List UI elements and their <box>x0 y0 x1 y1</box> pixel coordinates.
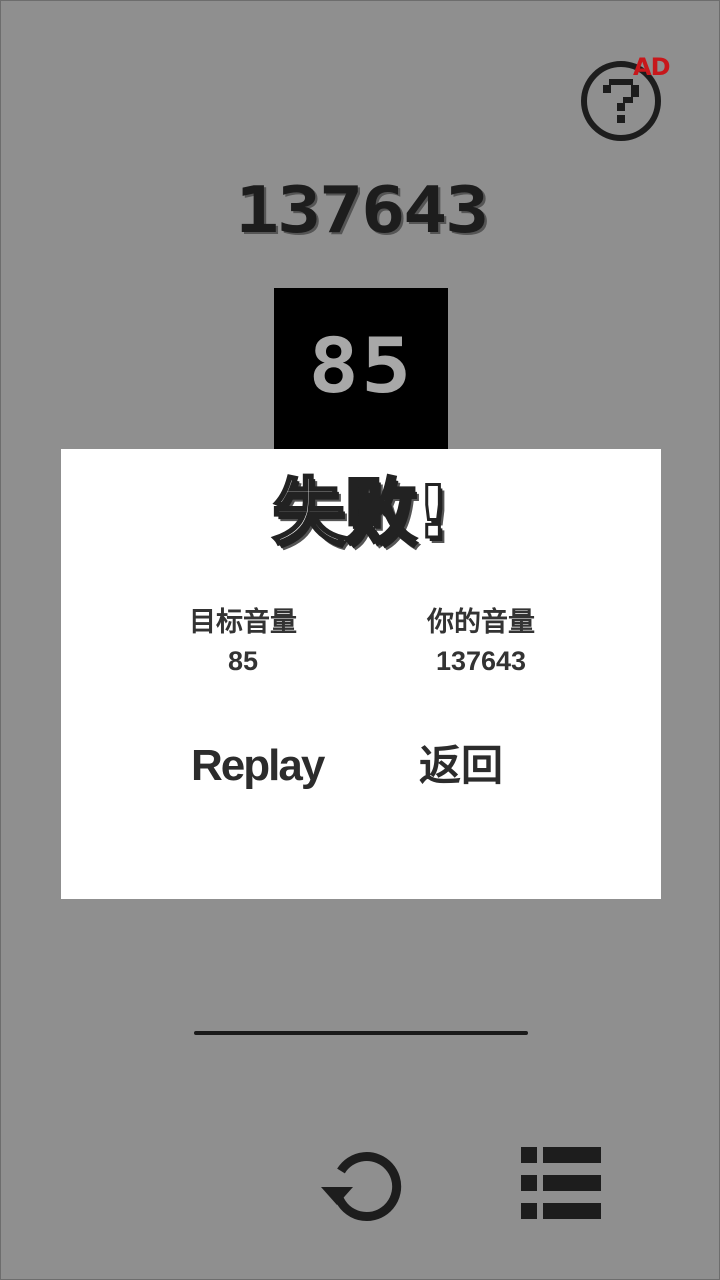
ad-badge: AD <box>633 53 670 81</box>
volume-meter-line <box>194 1031 528 1035</box>
result-dialog: 失败! 目标音量 85 你的音量 137643 Replay 返回 <box>61 449 661 899</box>
back-button[interactable]: 返回 <box>419 739 503 793</box>
replay-button[interactable]: Replay <box>191 739 325 793</box>
current-score: 137643 <box>234 174 489 248</box>
target-volume-value: 85 <box>227 646 259 676</box>
menu-list-icon <box>521 1147 601 1219</box>
menu-button[interactable] <box>521 1145 601 1221</box>
target-volume-stat: 目标音量 85 <box>143 605 343 681</box>
target-volume-label: 目标音量 <box>189 607 297 638</box>
your-volume-value: 137643 <box>435 646 527 676</box>
restart-icon <box>321 1152 402 1221</box>
dialog-title: 失败! <box>271 469 451 556</box>
game-screen: AD 137643 85 失败! 目标音量 85 你的音量 137643 Rep… <box>0 0 720 1280</box>
your-volume-stat: 你的音量 137643 <box>381 605 581 681</box>
your-volume-label: 你的音量 <box>427 607 535 638</box>
target-box: 85 <box>274 288 448 450</box>
target-value: 85 <box>308 321 414 410</box>
restart-button[interactable] <box>319 1141 403 1225</box>
